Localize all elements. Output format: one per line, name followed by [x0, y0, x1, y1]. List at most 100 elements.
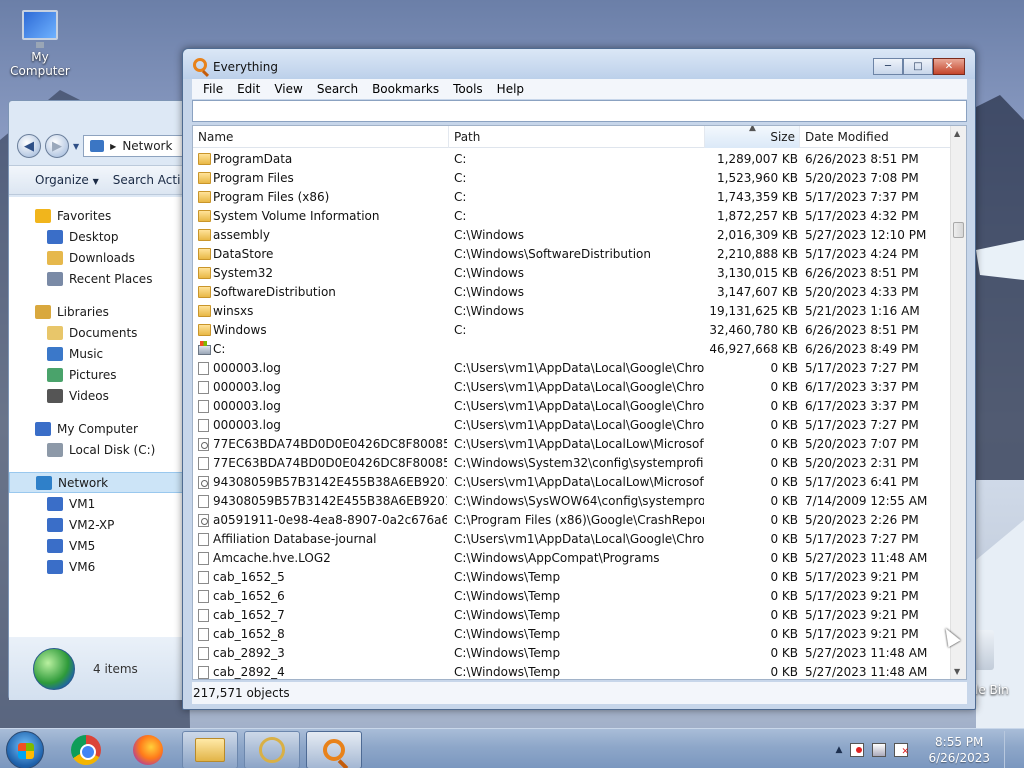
result-row[interactable]: 77EC63BDA74BD0D0E0426DC8F8008506 C:\Windo…	[193, 454, 952, 473]
nav-item-videos[interactable]: Videos	[9, 385, 191, 406]
nav-item-vm1[interactable]: VM1	[9, 493, 191, 514]
cell-date-modified: 5/17/2023 7:27 PM	[805, 532, 919, 546]
nav-item-vm6[interactable]: VM6	[9, 556, 191, 577]
my-computer-desktop-icon[interactable]: My Computer	[2, 10, 78, 78]
menu-view[interactable]: View	[267, 82, 309, 96]
vertical-scrollbar[interactable]: ▲ ▼	[950, 126, 966, 679]
result-row[interactable]: a0591911-0e98-4ea8-8907-0a2c676a686f.d..…	[193, 511, 952, 530]
cell-date-modified: 5/20/2023 7:07 PM	[805, 437, 919, 451]
action-center-icon[interactable]	[850, 743, 865, 757]
result-row[interactable]: C: 46,927,668 KB 6/26/2023 8:49 PM	[193, 340, 952, 359]
column-header-date-modified[interactable]: Date Modified	[800, 126, 952, 148]
nav-item-vm2-xp[interactable]: VM2-XP	[9, 514, 191, 535]
scroll-up-arrow-icon[interactable]: ▲	[954, 129, 960, 138]
result-row[interactable]: Program Files (x86) C: 1,743,359 KB 5/17/20…	[193, 188, 952, 207]
menu-file[interactable]: File	[196, 82, 230, 96]
clock[interactable]: 8:55 PM 6/26/2023	[928, 734, 990, 766]
cell-size: 0 KB	[770, 627, 798, 641]
result-row[interactable]: Windows C: 32,460,780 KB 6/26/2023 8:51 PM	[193, 321, 952, 340]
result-row[interactable]: 000003.log C:\Users\vm1\AppData\Local\Goo…	[193, 397, 952, 416]
nav-item-local-disk-c[interactable]: Local Disk (C:)	[9, 439, 191, 460]
address-bar[interactable]: ▶ Network	[83, 135, 193, 157]
nav-item-downloads[interactable]: Downloads	[9, 247, 191, 268]
result-row[interactable]: 77EC63BDA74BD0D0E0426DC8F8008506 C:\Users…	[193, 435, 952, 454]
network-icon	[90, 140, 105, 152]
scrollbar-thumb[interactable]	[953, 222, 964, 238]
result-row[interactable]: 000003.log C:\Users\vm1\AppData\Local\Goo…	[193, 416, 952, 435]
search-active-directory-button[interactable]: Search Acti	[113, 173, 181, 187]
result-row[interactable]: cab_2892_3 C:\Windows\Temp 0 KB 5/27/2023 1…	[193, 644, 952, 663]
taskbar-everything[interactable]	[306, 731, 362, 768]
star-icon	[35, 208, 51, 223]
file-icon	[198, 381, 209, 394]
result-row[interactable]: 94308059B57B3142E455B38A6EB92015 C:\Windo…	[193, 492, 952, 511]
nav-item-documents[interactable]: Documents	[9, 322, 191, 343]
nav-item-desktop[interactable]: Desktop	[9, 226, 191, 247]
result-row[interactable]: Affiliation Database-journal C:\Users\vm1…	[193, 530, 952, 549]
volume-muted-icon[interactable]: ✕	[894, 743, 909, 757]
downloads-folder-icon	[47, 250, 63, 265]
result-row[interactable]: System Volume Information C: 1,872,257 KB 5…	[193, 207, 952, 226]
result-row[interactable]: ProgramData C: 1,289,007 KB 6/26/2023 8:51 …	[193, 150, 952, 169]
cell-path: C:\Windows\SoftwareDistribution	[454, 247, 651, 261]
start-button[interactable]	[6, 731, 44, 768]
folder-icon	[198, 305, 211, 317]
result-row[interactable]: Program Files C: 1,523,960 KB 5/20/2023 7:0…	[193, 169, 952, 188]
nav-item-recent-places[interactable]: Recent Places	[9, 268, 191, 289]
taskbar-explorer[interactable]	[182, 731, 238, 768]
cell-size: 1,523,960 KB	[717, 171, 798, 185]
recycle-bin-label: le Bin	[975, 683, 1009, 697]
maximize-button[interactable]: □	[903, 58, 933, 75]
result-row[interactable]: 000003.log C:\Users\vm1\AppData\Local\Goo…	[193, 378, 952, 397]
cell-size: 0 KB	[770, 532, 798, 546]
result-row[interactable]: DataStore C:\Windows\SoftwareDistribution…	[193, 245, 952, 264]
result-row[interactable]: winsxs C:\Windows 19,131,625 KB 5/21/2023 1…	[193, 302, 952, 321]
nav-item-my-computer[interactable]: My Computer	[9, 418, 191, 439]
show-hidden-icons-icon[interactable]: ▲	[836, 745, 843, 755]
menu-bookmarks[interactable]: Bookmarks	[365, 82, 446, 96]
result-row[interactable]: assembly C:\Windows 2,016,309 KB 5/27/2023 …	[193, 226, 952, 245]
cell-size: 0 KB	[770, 380, 798, 394]
forward-button[interactable]: ▶	[45, 134, 69, 158]
taskbar-chrome[interactable]	[58, 731, 114, 768]
result-row[interactable]: cab_1652_5 C:\Windows\Temp 0 KB 5/17/2023 9…	[193, 568, 952, 587]
nav-item-vm5[interactable]: VM5	[9, 535, 191, 556]
result-row[interactable]: Amcache.hve.LOG2 C:\Windows\AppCompat\Pro…	[193, 549, 952, 568]
menu-help[interactable]: Help	[490, 82, 531, 96]
show-desktop-button[interactable]	[1004, 731, 1016, 768]
taskbar-keys-app[interactable]	[244, 731, 300, 768]
column-header-path[interactable]: Path	[449, 126, 705, 148]
taskbar-firefox[interactable]	[120, 731, 176, 768]
menu-search[interactable]: Search	[310, 82, 365, 96]
result-row[interactable]: 000003.log C:\Users\vm1\AppData\Local\Goo…	[193, 359, 952, 378]
cell-name: cab_1652_8	[213, 627, 285, 641]
desktop-icon	[47, 229, 63, 244]
title-bar[interactable]: Everything ─ □ ✕	[183, 49, 975, 79]
history-dropdown-icon[interactable]: ▼	[73, 142, 79, 151]
nav-item-libraries[interactable]: Libraries	[9, 301, 191, 322]
back-button[interactable]: ◀	[17, 134, 41, 158]
scroll-down-arrow-icon[interactable]: ▼	[954, 667, 960, 676]
cell-path: C:\Windows\SysWOW64\config\systemprofil.…	[454, 494, 704, 508]
nav-item-favorites[interactable]: Favorites	[9, 205, 191, 226]
result-row[interactable]: cab_1652_8 C:\Windows\Temp 0 KB 5/17/2023 9…	[193, 625, 952, 644]
result-row[interactable]: cab_1652_6 C:\Windows\Temp 0 KB 5/17/2023 9…	[193, 587, 952, 606]
nav-item-music[interactable]: Music	[9, 343, 191, 364]
network-tray-icon[interactable]	[872, 743, 887, 757]
result-row[interactable]: cab_2892_4 C:\Windows\Temp 0 KB 5/27/2023 1…	[193, 663, 952, 679]
minimize-button[interactable]: ─	[873, 58, 903, 75]
result-row[interactable]: System32 C:\Windows 3,130,015 KB 6/26/2023 …	[193, 264, 952, 283]
search-input[interactable]	[192, 100, 967, 122]
cell-name: Windows	[213, 323, 267, 337]
nav-item-network[interactable]: Network	[9, 472, 191, 493]
column-header-name[interactable]: Name	[193, 126, 449, 148]
cell-path: C:\Windows	[454, 285, 525, 299]
close-button[interactable]: ✕	[933, 58, 965, 75]
menu-tools[interactable]: Tools	[446, 82, 490, 96]
result-row[interactable]: 94308059B57B3142E455B38A6EB92015 C:\Users…	[193, 473, 952, 492]
result-row[interactable]: SoftwareDistribution C:\Windows 3,147,607 …	[193, 283, 952, 302]
result-row[interactable]: cab_1652_7 C:\Windows\Temp 0 KB 5/17/2023 9…	[193, 606, 952, 625]
nav-item-pictures[interactable]: Pictures	[9, 364, 191, 385]
menu-edit[interactable]: Edit	[230, 82, 267, 96]
organize-button[interactable]: Organize ▼	[35, 173, 99, 187]
